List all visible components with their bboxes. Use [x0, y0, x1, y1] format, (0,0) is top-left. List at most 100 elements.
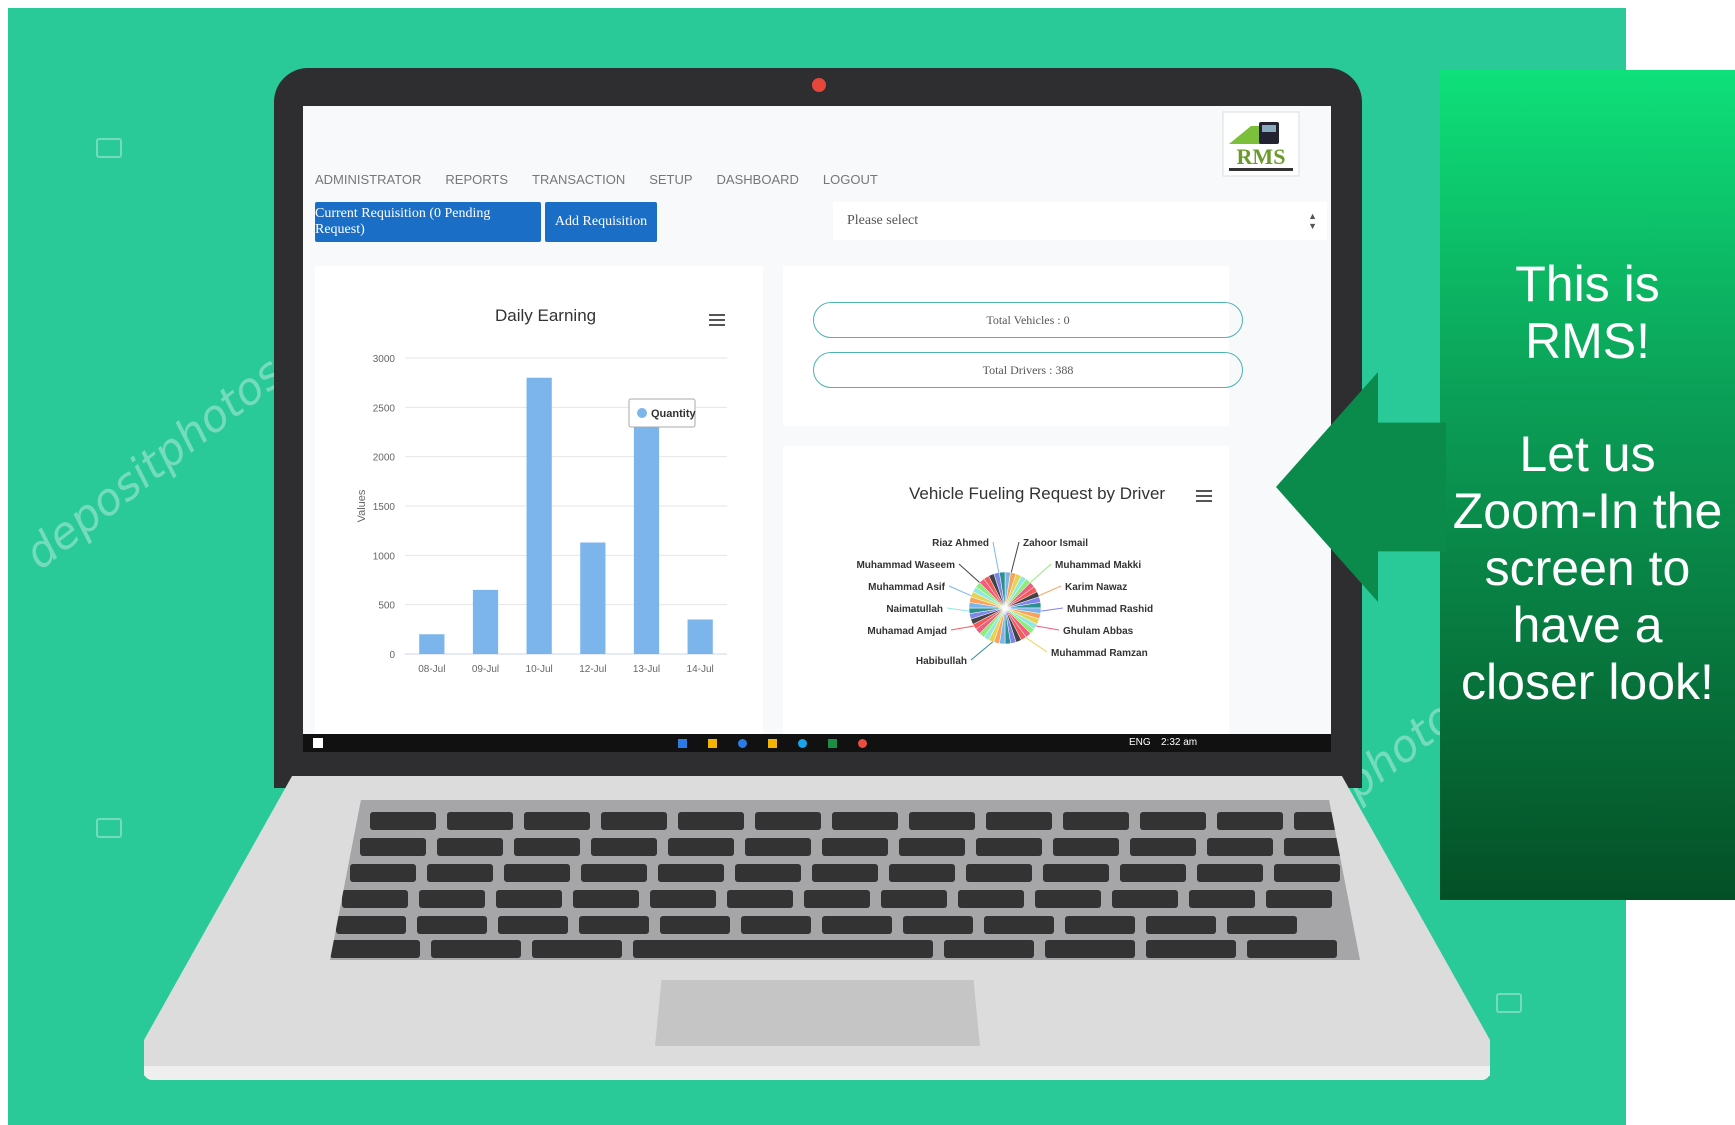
nav-administrator[interactable]: ADMINISTRATOR	[315, 172, 421, 187]
callout-text: This is RMS! Let us Zoom-In the screen t…	[1440, 256, 1735, 711]
keyboard-key	[591, 838, 657, 856]
camera-icon	[96, 138, 122, 158]
select-value: Please select	[847, 213, 919, 228]
current-requisition-button[interactable]: Current Requisition (0 Pending Request)	[315, 202, 541, 242]
pie-connector	[950, 625, 974, 631]
pie-label: Riaz Ahmed	[932, 538, 989, 549]
nav-logout[interactable]: LOGOUT	[823, 172, 878, 187]
folder-icon[interactable]	[708, 739, 717, 748]
driver-select[interactable]: Please select ▲ ▼	[833, 202, 1327, 240]
keyboard-key	[735, 864, 801, 882]
keyboard-key	[660, 916, 730, 934]
keyboard-key	[330, 940, 420, 958]
pie-label: Muhmmad Rashid	[1067, 604, 1153, 615]
keyboard-key	[633, 940, 933, 958]
excel-icon[interactable]	[828, 739, 837, 748]
keyboard-key	[727, 890, 793, 908]
y-tick-label: 1000	[373, 551, 396, 562]
camera-icon	[1496, 993, 1522, 1013]
daily-earning-card: Daily Earning 0 500 1000 1500 2000 2500 3000 Va…	[315, 266, 763, 746]
pie-connector	[948, 585, 972, 597]
nav-transaction[interactable]: TRANSACTION	[532, 172, 625, 187]
keyboard-key	[1146, 940, 1236, 958]
callout-line: closer look!	[1461, 654, 1714, 710]
callout-line: Let us	[1519, 426, 1656, 482]
logo-text: RMS	[1237, 144, 1286, 169]
keyboard-key	[650, 890, 716, 908]
nav-reports[interactable]: REPORTS	[445, 172, 508, 187]
keyboard-key	[889, 864, 955, 882]
pie-label: Naimatullah	[886, 604, 943, 615]
total-drivers-stat: Total Drivers : 388	[813, 352, 1243, 388]
pie-connector	[992, 541, 1000, 573]
x-tick-label: 09-Jul	[472, 664, 499, 675]
keyboard-key	[427, 864, 493, 882]
keyboard-key	[573, 890, 639, 908]
pie-label: Muhammad Makki	[1055, 560, 1141, 571]
pie-connector	[1030, 563, 1052, 583]
pie-connector	[1025, 637, 1048, 653]
pie-connector	[958, 563, 980, 583]
keyboard-key	[504, 864, 570, 882]
callout-line: screen to	[1484, 540, 1691, 596]
select-arrows-icon: ▲ ▼	[1308, 211, 1317, 231]
keyboard-key	[417, 916, 487, 934]
bar	[526, 377, 552, 654]
bar	[472, 589, 499, 654]
keyboard	[330, 800, 1360, 960]
keyboard-key	[909, 812, 975, 830]
pie-connector	[970, 641, 994, 661]
keyboard-key	[944, 940, 1034, 958]
nav-dashboard[interactable]: DASHBOARD	[717, 172, 799, 187]
keyboard-key	[881, 890, 947, 908]
browser-icon[interactable]	[738, 739, 747, 748]
keyboard-key	[1217, 812, 1283, 830]
keyboard-key	[514, 838, 580, 856]
watermark-text: depositphotos	[15, 347, 293, 580]
trackpad	[655, 980, 980, 1046]
keyboard-key	[903, 916, 973, 934]
keyboard-key	[678, 812, 744, 830]
keyboard-key	[755, 812, 821, 830]
language-indicator[interactable]: ENG	[1129, 737, 1151, 748]
keyboard-key	[1065, 916, 1135, 934]
keyboard-key	[822, 838, 888, 856]
pie-connector	[1040, 607, 1064, 612]
chrome-icon[interactable]	[858, 739, 867, 748]
laptop-base-edge	[144, 1066, 1490, 1080]
keyboard-key	[437, 838, 503, 856]
pie-connector	[1036, 625, 1060, 631]
keyboard-key	[958, 890, 1024, 908]
rms-logo: RMS	[1222, 111, 1300, 177]
pie-label: Muhammad Asif	[868, 582, 946, 593]
keyboard-key	[812, 864, 878, 882]
pie-connector	[1010, 541, 1020, 573]
pie-label: Muhamad Amjad	[867, 626, 947, 637]
keyboard-key	[524, 812, 590, 830]
keyboard-key	[966, 864, 1032, 882]
add-requisition-button[interactable]: Add Requisition	[545, 202, 657, 242]
keyboard-key	[668, 838, 734, 856]
bar	[633, 417, 660, 654]
app-icon[interactable]	[768, 739, 777, 748]
callout-line: RMS!	[1525, 313, 1650, 369]
clock[interactable]: 2:32 am	[1161, 737, 1197, 748]
keyboard-key	[1227, 916, 1297, 934]
keyboard-key	[984, 916, 1054, 934]
keyboard-key	[498, 916, 568, 934]
keyboard-key	[342, 890, 408, 908]
y-axis-label: Values	[356, 489, 368, 522]
app-icon[interactable]	[678, 739, 687, 748]
callout-line: Zoom-In the	[1452, 483, 1723, 539]
keyboard-key	[658, 864, 724, 882]
keyboard-key	[1197, 864, 1263, 882]
keyboard-key	[1120, 864, 1186, 882]
pie-label: Muhammad Ramzan	[1051, 648, 1148, 659]
pie-chart: Riaz Ahmed Zahoor Ismail Muhammad Makki Kar…	[856, 538, 1153, 667]
keyboard-key	[1146, 916, 1216, 934]
keyboard-key	[741, 916, 811, 934]
windows-start-icon[interactable]	[313, 738, 323, 748]
laptop-screen: ADMINISTRATOR REPORTS TRANSACTION SETUP …	[303, 106, 1331, 752]
nav-setup[interactable]: SETUP	[649, 172, 692, 187]
edge-icon[interactable]	[798, 739, 807, 748]
